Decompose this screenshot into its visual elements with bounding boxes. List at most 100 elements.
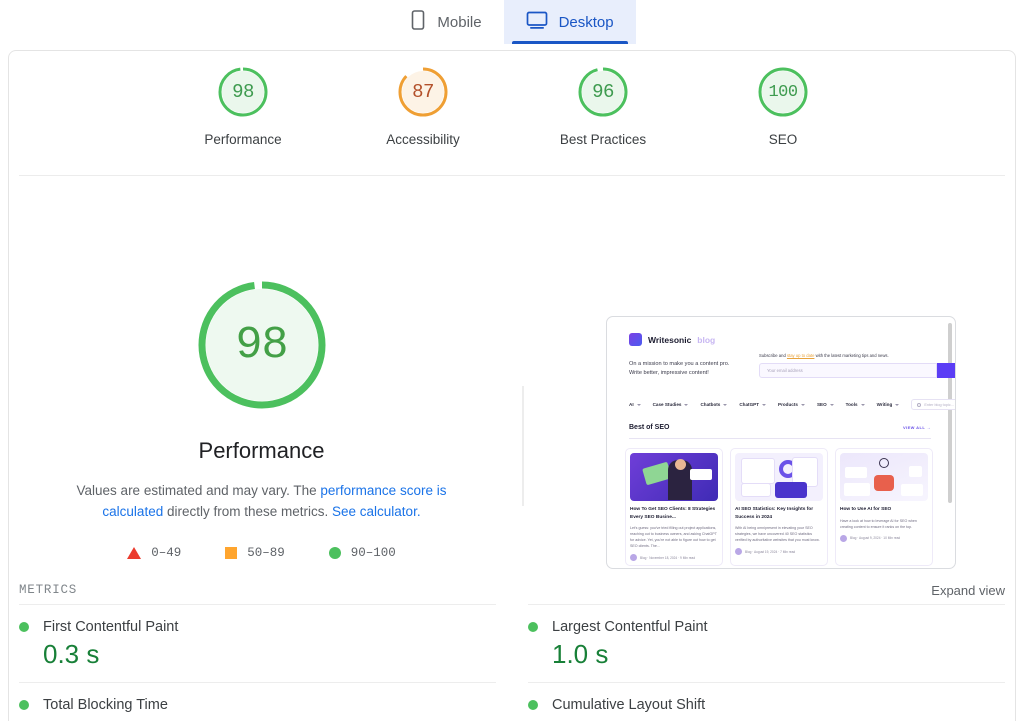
nav-item-tools: Tools	[846, 402, 865, 407]
metric-cumulative-layout-shift[interactable]: Cumulative Layout Shift	[528, 682, 1005, 721]
tab-desktop[interactable]: Desktop	[503, 0, 636, 44]
tab-desktop-label: Desktop	[558, 13, 614, 31]
thumbnail-search: Enter blog topic... Search	[911, 399, 955, 410]
nav-item-writing: Writing	[877, 402, 900, 407]
article-card: How to Use AI for SEO Have a look at how…	[835, 448, 933, 566]
nav-item-seo: SEO	[817, 402, 834, 407]
legend-item-pass: 90–100	[328, 546, 396, 560]
nav-label: Chatbots	[700, 402, 721, 407]
nav-label: Tools	[845, 402, 858, 407]
status-badge	[19, 622, 29, 632]
subscribe-text-a: Subscribe and	[759, 353, 787, 358]
vertical-divider	[522, 386, 524, 506]
section-header: Best of SEO VIEW ALL →	[629, 424, 931, 431]
subscribe-text-b: with the latest marketing tips and news.	[814, 353, 889, 358]
blog-search-input: Enter blog topic...	[911, 399, 955, 410]
metric-name: First Contentful Paint	[43, 619, 179, 635]
see-calculator-link[interactable]: See calculator.	[332, 504, 421, 519]
nav-item-case-studies: Case Studies	[653, 402, 689, 407]
report-card: 98 Performance 87 Accessibility 96 Best …	[8, 50, 1016, 721]
person-head-graphic	[675, 459, 686, 470]
chevron-down-icon	[762, 403, 767, 406]
tab-mobile-label: Mobile	[437, 13, 482, 31]
article-thumbnail-image	[735, 453, 823, 501]
dashboard-panel-graphic	[775, 482, 807, 498]
score-range-legend: 0–49 50–89 90–100	[9, 546, 514, 560]
chevron-down-icon	[723, 403, 728, 406]
article-title: AI SEO Statistics: Key Insights for Succ…	[735, 507, 814, 520]
nav-item-chatbots: Chatbots	[700, 402, 728, 407]
metric-name: Cumulative Layout Shift	[552, 697, 706, 713]
expand-view-button[interactable]: Expand view	[931, 583, 1005, 598]
gauge-value-seo: 100	[768, 82, 798, 102]
mission-line-2: Write better, impressive content!	[629, 370, 709, 376]
performance-title: Performance	[198, 438, 325, 463]
thumbnail-brand: Writesonic blog	[629, 333, 715, 346]
nav-label: AI	[629, 402, 634, 407]
big-gauge-ring: 98	[195, 278, 329, 412]
gauge-accessibility[interactable]: 87 Accessibility	[361, 65, 485, 147]
gauge-value-performance: 98	[232, 81, 254, 103]
gauge-value-best-practices: 96	[592, 81, 614, 103]
chevron-down-icon	[636, 403, 641, 406]
article-excerpt: With AI being omnipresent in elevating y…	[735, 526, 820, 542]
card-graphic	[909, 466, 922, 477]
performance-summary: 98 Performance Values are estimated and …	[9, 231, 1017, 571]
chevron-down-icon	[684, 403, 689, 406]
gauge-value-accessibility: 87	[412, 81, 434, 103]
brand-suffix: blog	[697, 334, 716, 345]
pagespeed-insights-report: Mobile Desktop 98 Performance 87 Accessi…	[0, 0, 1024, 721]
legend-item-average: 50–89	[225, 546, 285, 560]
chevron-down-icon	[829, 403, 834, 406]
status-badge	[528, 700, 538, 710]
gauge-performance[interactable]: 98 Performance	[181, 65, 305, 147]
gauge-ring-seo: 100	[756, 65, 810, 119]
metric-first-contentful-paint[interactable]: First Contentful Paint 0.3 s	[19, 604, 496, 682]
tab-mobile[interactable]: Mobile	[388, 0, 503, 44]
nav-label: Products	[778, 402, 798, 407]
nav-label: Writing	[876, 402, 893, 407]
square-orange-icon	[225, 547, 238, 559]
gauge-label-accessibility: Accessibility	[386, 132, 460, 147]
metric-name: Total Blocking Time	[43, 697, 168, 713]
section-underline	[629, 438, 931, 439]
circle-green-icon	[328, 547, 341, 559]
article-footer: Blog · November 18, 2024 · 9 Min read	[630, 554, 718, 561]
legend-item-fail: 0–49	[127, 546, 181, 560]
gauge-seo[interactable]: 100 SEO	[721, 65, 845, 147]
metrics-label: METRICS	[19, 583, 78, 597]
nav-label: Case Studies	[652, 402, 682, 407]
metrics-grid: First Contentful Paint 0.3 s Total Block…	[19, 604, 1005, 721]
desktop-icon	[526, 11, 548, 33]
article-excerpt: Have a look at how to leverage AI for SE…	[840, 518, 917, 529]
legend-range-fail: 0–49	[151, 546, 182, 560]
subscribe-form: Your email address SUBSCRIBE	[759, 363, 955, 378]
nav-item-chatgpt: ChatGPT	[739, 402, 767, 407]
gauge-label-best-practices: Best Practices	[559, 132, 647, 147]
view-all-link: VIEW ALL →	[903, 425, 931, 430]
nav-item-products: Products	[778, 402, 805, 407]
brand-name: Writesonic	[648, 334, 692, 345]
metric-largest-contentful-paint[interactable]: Largest Contentful Paint 1.0 s	[528, 604, 1005, 682]
thumbnail-mission: On a mission to make you a content pro. …	[629, 360, 729, 378]
thumbnail-scrollbar	[948, 323, 952, 503]
subscribe-button: SUBSCRIBE	[937, 363, 955, 378]
gauge-ring-performance: 98	[216, 65, 270, 119]
gauge-best-practices[interactable]: 96 Best Practices	[541, 65, 665, 147]
metric-value: 1.0 s	[552, 639, 609, 669]
page-screenshot-thumbnail[interactable]: Writesonic blog On a mission to make you…	[606, 316, 956, 569]
description-text-b: directly from these metrics.	[163, 504, 333, 519]
chevron-down-icon	[800, 403, 805, 406]
metric-value: 0.3 s	[43, 639, 100, 669]
label-graphic	[690, 469, 712, 480]
performance-gauge-block: 98 Performance Values are estimated and …	[9, 231, 514, 560]
thumbnail-nav: AI Case Studies Chatbots ChatGPT Product…	[629, 399, 955, 410]
magnifier-graphic	[879, 458, 889, 468]
article-card: AI SEO Statistics: Key Insights for Succ…	[730, 448, 828, 566]
search-icon	[917, 402, 922, 407]
metric-total-blocking-time[interactable]: Total Blocking Time	[19, 682, 496, 721]
dashboard-panel-graphic	[741, 483, 771, 497]
metrics-header: METRICS Expand view	[19, 576, 1005, 604]
metric-name: Largest Contentful Paint	[552, 619, 708, 635]
article-meta: Blog · August 19, 2024 · 7 Min read	[745, 549, 796, 554]
